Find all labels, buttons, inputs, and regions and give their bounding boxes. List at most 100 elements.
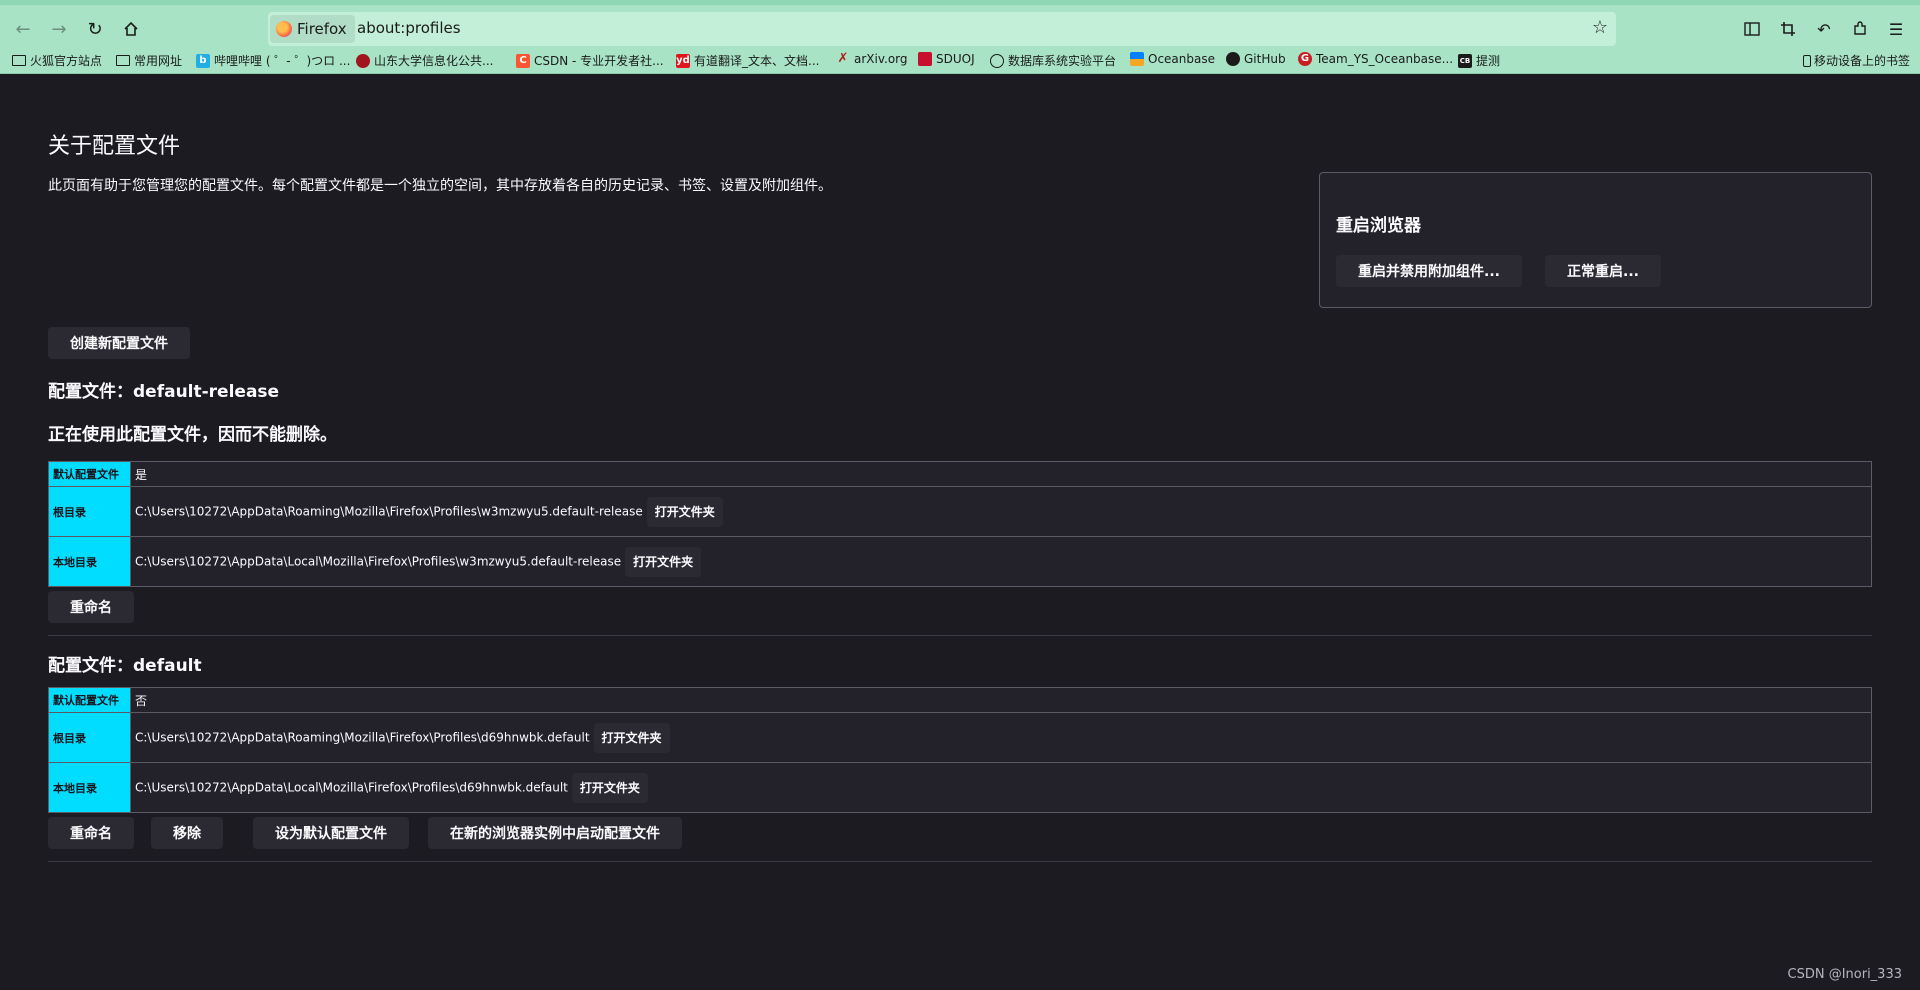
- bookmark-star-icon[interactable]: ☆: [1592, 17, 1608, 38]
- bookmark-item[interactable]: Oceanbase: [1130, 52, 1215, 66]
- sduoj-icon: [918, 52, 932, 66]
- test-icon: CB: [1458, 53, 1472, 68]
- back-arrow-icon[interactable]: ←: [8, 13, 38, 45]
- rename-button[interactable]: 重命名: [48, 817, 134, 849]
- bookmark-label: Team_YS_Oceanbase...: [1316, 52, 1454, 66]
- url-text[interactable]: about:profiles: [357, 19, 461, 37]
- bookmark-item[interactable]: C CSDN - 专业开发者社...: [516, 52, 664, 69]
- reload-icon[interactable]: ↻: [80, 13, 110, 45]
- identity-box[interactable]: Firefox: [270, 15, 355, 43]
- browser-toolbar: ← → ↻ Firefox about:profiles ☆ ↶ ☰: [0, 0, 1920, 48]
- oceanbase-icon: [1130, 52, 1144, 66]
- row-value: 是: [130, 461, 1872, 487]
- root-dir-path: C:\Users\10272\AppData\Roaming\Mozilla\F…: [135, 504, 643, 518]
- local-dir-path: C:\Users\10272\AppData\Local\Mozilla\Fir…: [135, 554, 622, 568]
- extensions-icon[interactable]: [1848, 17, 1872, 41]
- open-folder-button[interactable]: 打开文件夹: [593, 722, 670, 753]
- bookmark-item[interactable]: yd 有道翻译_文本、文档...: [676, 52, 819, 69]
- bookmark-item[interactable]: 常用网址: [116, 52, 182, 69]
- rename-button[interactable]: 重命名: [48, 591, 134, 623]
- sidebar-icon[interactable]: [1740, 17, 1764, 41]
- youdao-icon: yd: [676, 53, 690, 68]
- firefox-logo-icon: [276, 21, 292, 37]
- address-bar[interactable]: Firefox about:profiles ☆: [268, 12, 1616, 46]
- page-title: 关于配置文件: [48, 134, 181, 159]
- csdn-icon: C: [516, 53, 530, 68]
- forward-arrow-icon[interactable]: →: [44, 13, 74, 45]
- folder-icon: [12, 55, 26, 66]
- table-row: 本地目录 C:\Users\10272\AppData\Local\Mozill…: [48, 762, 1872, 813]
- bookmark-item[interactable]: SDUOJ: [918, 52, 975, 66]
- open-folder-button[interactable]: 打开文件夹: [625, 546, 702, 577]
- bookmark-item[interactable]: 火狐官方站点: [12, 52, 102, 69]
- bookmark-label: 常用网址: [134, 54, 183, 68]
- open-folder-button[interactable]: 打开文件夹: [571, 772, 648, 803]
- arxiv-icon: ✗: [837, 51, 849, 66]
- profile-heading: 配置文件：default-release: [48, 382, 280, 402]
- sdu-icon: [356, 53, 370, 68]
- row-key: 根目录: [48, 486, 131, 537]
- bookmark-label: 数据库系统实验平台: [1008, 54, 1117, 68]
- profile-in-use-note: 正在使用此配置文件，因而不能删除。: [48, 425, 337, 445]
- profile-divider: [48, 635, 1872, 636]
- bookmark-item[interactable]: G Team_YS_Oceanbase...: [1298, 52, 1453, 66]
- profile-table: 默认配置文件 是 根目录 C:\Users\10272\AppData\Roam…: [48, 461, 1872, 587]
- identity-label: Firefox: [297, 20, 347, 38]
- table-row: 默认配置文件 是: [48, 461, 1872, 487]
- bookmark-item[interactable]: b 哔哩哔哩 ( ゜- ゜)つロ ...: [196, 52, 350, 69]
- undo-arrow-icon[interactable]: ↶: [1812, 17, 1836, 41]
- set-default-button[interactable]: 设为默认配置文件: [253, 817, 409, 849]
- restart-disable-addons-button[interactable]: 重启并禁用附加组件...: [1336, 255, 1522, 287]
- root-dir-path: C:\Users\10272\AppData\Roaming\Mozilla\F…: [135, 730, 590, 744]
- bookmark-label: 火狐官方站点: [30, 54, 103, 68]
- folder-icon: [116, 55, 130, 66]
- mobile-device-icon: [1802, 54, 1811, 67]
- bilibili-icon: b: [196, 53, 210, 68]
- mobile-bookmarks[interactable]: 移动设备上的书签: [1802, 52, 1910, 69]
- bookmark-item[interactable]: CB 提测: [1458, 52, 1500, 69]
- row-key: 默认配置文件: [48, 461, 131, 487]
- gitee-icon: G: [1298, 52, 1312, 66]
- row-key: 本地目录: [48, 762, 131, 813]
- row-value-cell: C:\Users\10272\AppData\Local\Mozilla\Fir…: [130, 762, 1872, 813]
- profile-divider: [48, 861, 1872, 862]
- bookmark-label: 山东大学信息化公共...: [374, 54, 494, 68]
- menu-hamburger-icon[interactable]: ☰: [1884, 17, 1908, 41]
- table-row: 本地目录 C:\Users\10272\AppData\Local\Mozill…: [48, 536, 1872, 587]
- launch-profile-button[interactable]: 在新的浏览器实例中启动配置文件: [428, 817, 682, 849]
- row-value-cell: C:\Users\10272\AppData\Local\Mozilla\Fir…: [130, 536, 1872, 587]
- local-dir-path: C:\Users\10272\AppData\Local\Mozilla\Fir…: [135, 780, 568, 794]
- intro-text: 此页面有助于您管理您的配置文件。每个配置文件都是一个独立的空间，其中存放着各自的…: [48, 178, 832, 194]
- bookmark-label: 哔哩哔哩 ( ゜- ゜)つロ ...: [214, 54, 351, 68]
- bookmark-label: arXiv.org: [854, 52, 908, 66]
- bookmark-item[interactable]: 数据库系统实验平台: [990, 52, 1116, 69]
- row-key: 默认配置文件: [48, 687, 131, 713]
- profile-heading: 配置文件：default: [48, 656, 202, 676]
- profile-table: 默认配置文件 否 根目录 C:\Users\10272\AppData\Roam…: [48, 687, 1872, 813]
- table-row: 默认配置文件 否: [48, 687, 1872, 713]
- restart-title: 重启浏览器: [1336, 216, 1421, 236]
- bookmark-item[interactable]: 山东大学信息化公共...: [356, 52, 493, 69]
- row-key: 根目录: [48, 712, 131, 763]
- bookmark-label: GitHub: [1244, 52, 1286, 66]
- bookmark-item[interactable]: ✗ arXiv.org: [836, 51, 908, 67]
- bookmark-label: Oceanbase: [1148, 52, 1215, 66]
- table-row: 根目录 C:\Users\10272\AppData\Roaming\Mozil…: [48, 712, 1872, 763]
- github-icon: [1226, 52, 1240, 66]
- watermark-text: CSDN @Inori_333: [1787, 967, 1903, 982]
- table-row: 根目录 C:\Users\10272\AppData\Roaming\Mozil…: [48, 486, 1872, 537]
- home-icon[interactable]: [116, 13, 146, 45]
- open-folder-button[interactable]: 打开文件夹: [646, 496, 723, 527]
- bookmark-label: 提测: [1476, 54, 1501, 68]
- remove-button[interactable]: 移除: [151, 817, 223, 849]
- row-value-cell: C:\Users\10272\AppData\Roaming\Mozilla\F…: [130, 712, 1872, 763]
- row-key: 本地目录: [48, 536, 131, 587]
- screenshot-crop-icon[interactable]: [1776, 17, 1800, 41]
- create-profile-button[interactable]: 创建新配置文件: [48, 327, 190, 359]
- bookmarks-bar: 火狐官方站点 常用网址 b 哔哩哔哩 ( ゜- ゜)つロ ... 山东大学信息化…: [0, 48, 1920, 74]
- restart-normal-button[interactable]: 正常重启...: [1545, 255, 1661, 287]
- globe-icon: [990, 53, 1004, 68]
- restart-browser-panel: 重启浏览器 重启并禁用附加组件... 正常重启...: [1319, 172, 1872, 308]
- bookmark-label: SDUOJ: [936, 52, 975, 66]
- bookmark-item[interactable]: GitHub: [1226, 52, 1286, 66]
